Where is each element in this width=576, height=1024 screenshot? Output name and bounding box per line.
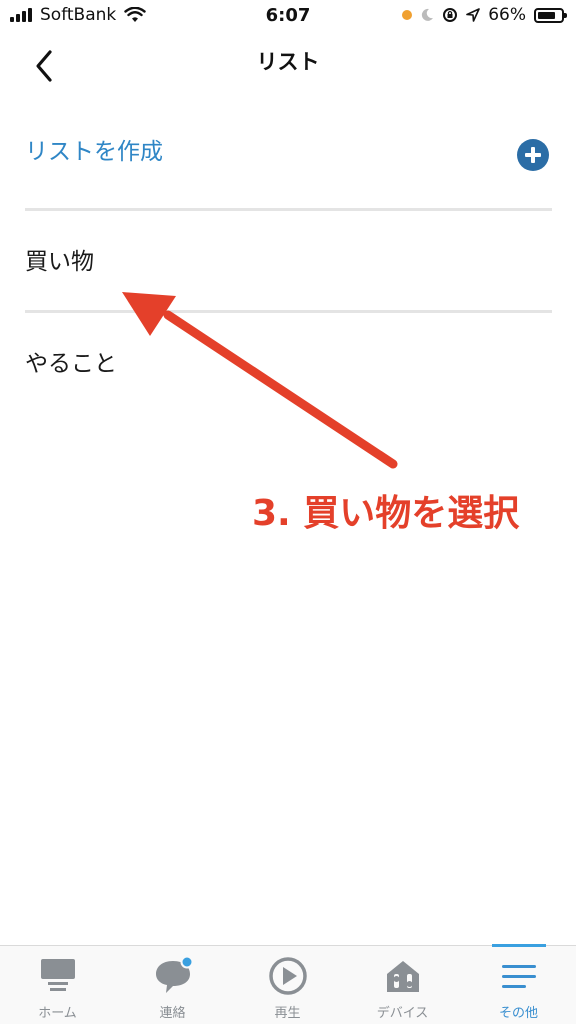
add-list-button[interactable] (517, 139, 549, 171)
create-list-label: リストを作成 (25, 139, 163, 165)
rotation-lock-icon (443, 8, 458, 22)
tab-devices[interactable]: デバイス (345, 946, 460, 1024)
battery-icon (534, 7, 567, 23)
chat-bubble-icon (156, 956, 193, 993)
privacy-indicator-icon (402, 10, 413, 20)
tab-label: 連絡 (159, 1006, 186, 1021)
page-title: リスト (256, 50, 320, 74)
moon-icon (422, 8, 434, 21)
annotation-text: 3. 買い物を選択 (252, 493, 520, 534)
divider (25, 208, 552, 211)
list-item-label: やること (25, 351, 117, 377)
tab-bar: ホーム 連絡 再生 デバイス その他 (0, 944, 576, 1024)
tab-play[interactable]: 再生 (230, 946, 345, 1024)
status-right: 66% (402, 5, 567, 25)
tab-label: その他 (498, 1006, 538, 1021)
battery-percent: 66% (488, 5, 526, 25)
tab-communicate[interactable]: 連絡 (115, 946, 230, 1024)
location-icon (466, 8, 481, 22)
home-devices-icon (387, 961, 419, 992)
tab-home[interactable]: ホーム (0, 946, 115, 1024)
create-list-row[interactable]: リストを作成 (0, 110, 576, 208)
divider (25, 310, 552, 313)
tab-more[interactable]: その他 (461, 946, 576, 1024)
tab-label: デバイス (376, 1006, 429, 1021)
tab-label: 再生 (274, 1006, 301, 1021)
echo-device-icon (41, 959, 75, 991)
list-item-shopping[interactable]: 買い物 (0, 212, 576, 310)
list-item-todo[interactable]: やること (0, 314, 576, 412)
app-screen: SoftBank 6:07 66% リスト リストを作成 買い物 やること 3.… (0, 0, 576, 1024)
tab-label: ホーム (38, 1006, 77, 1021)
nav-header: リスト (0, 34, 576, 90)
list-item-label: 買い物 (25, 249, 94, 275)
status-bar: SoftBank 6:07 66% (0, 0, 576, 34)
menu-lines-icon (502, 965, 536, 988)
play-icon (269, 957, 307, 995)
